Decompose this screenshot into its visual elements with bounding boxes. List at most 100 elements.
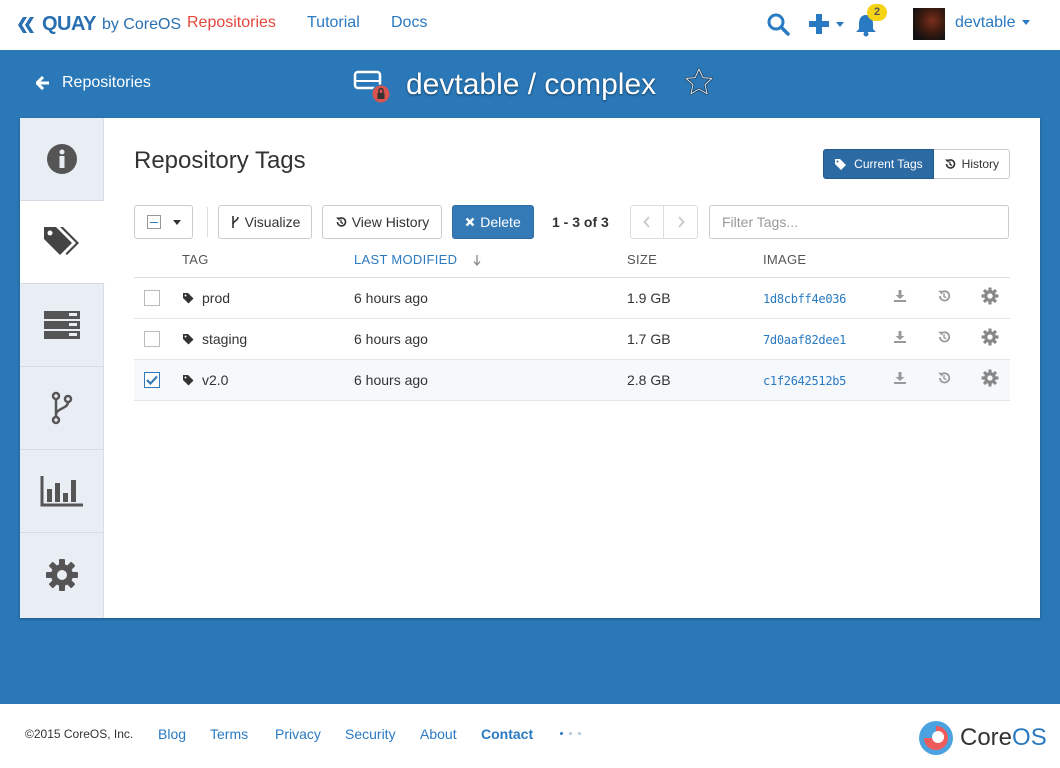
table-row[interactable]: prod 6 hours ago 1.9 GB 1d8cbff4e036 <box>134 277 1010 319</box>
image-column-header[interactable]: IMAGE <box>763 242 893 278</box>
nav-tutorial-link[interactable]: Tutorial <box>307 14 360 32</box>
footer-security-link[interactable]: Security <box>345 726 396 742</box>
nav-repositories-link[interactable]: Repositories <box>187 14 276 32</box>
quay-logo[interactable]: QUAY by CoreOS <box>16 13 181 36</box>
previous-page-button[interactable] <box>630 205 664 239</box>
select-cell <box>134 318 182 360</box>
nav-docs-link[interactable]: Docs <box>391 14 427 32</box>
carousel-dot[interactable] <box>578 732 581 735</box>
footer-blog-link[interactable]: Blog <box>158 726 186 742</box>
tab-builds[interactable] <box>20 284 104 367</box>
view-history-label: View History <box>351 214 430 230</box>
git-branch-icon <box>231 216 239 228</box>
gear-icon[interactable] <box>981 369 999 387</box>
filter-tags-input[interactable] <box>709 205 1009 239</box>
download-cell <box>893 359 937 401</box>
history-icon[interactable] <box>937 330 951 344</box>
carousel-dot[interactable] <box>569 732 572 735</box>
tab-info[interactable] <box>20 118 104 201</box>
avatar[interactable] <box>913 8 945 40</box>
history-icon[interactable] <box>937 371 951 385</box>
create-menu[interactable] <box>808 13 844 35</box>
tag-name[interactable]: prod <box>202 290 230 306</box>
select-all-checkbox[interactable] <box>146 215 161 229</box>
carousel-dot[interactable] <box>560 732 563 735</box>
tab-tags[interactable] <box>20 201 105 284</box>
row-checkbox[interactable] <box>144 289 160 306</box>
delete-button[interactable]: Delete <box>452 205 534 239</box>
history-icon[interactable] <box>937 289 951 303</box>
last-modified-column-header[interactable]: LAST MODIFIED <box>354 242 627 278</box>
brand-name: QUAY <box>42 13 96 35</box>
page-title: Repository Tags <box>134 147 306 174</box>
repo-name: devtable / complex <box>406 68 657 101</box>
tab-usage[interactable] <box>20 450 104 533</box>
tags-toolbar: Visualize View History Delete 1 - 3 of 3 <box>134 205 1010 239</box>
image-id-link[interactable]: 7d0aaf82dee1 <box>763 333 846 347</box>
image-cell: 1d8cbff4e036 <box>763 277 893 319</box>
history-button[interactable]: History <box>933 149 1010 179</box>
tag-icon <box>183 374 194 385</box>
tags-icon <box>835 159 847 170</box>
table-row[interactable]: v2.0 6 hours ago 2.8 GB c1f2642512b5 <box>134 359 1010 401</box>
copyright: ©2015 CoreOS, Inc. <box>25 727 134 741</box>
info-icon <box>47 144 77 174</box>
tab-triggers[interactable] <box>20 367 104 450</box>
chevron-down-icon <box>172 219 181 225</box>
paging-summary: 1 - 3 of 3 <box>552 214 609 230</box>
image-id-link[interactable]: 1d8cbff4e036 <box>763 292 846 306</box>
star-icon[interactable] <box>684 67 714 97</box>
select-all-dropdown[interactable] <box>134 205 193 239</box>
last-modified-cell: 6 hours ago <box>354 359 627 401</box>
notification-badge: 2 <box>867 4 887 21</box>
user-menu[interactable]: devtable <box>955 14 1030 32</box>
download-icon[interactable] <box>893 289 907 303</box>
download-column-header <box>893 242 937 278</box>
next-page-button[interactable] <box>664 205 698 239</box>
arrow-left-icon <box>36 76 49 90</box>
coreos-logo[interactable]: CoreOS <box>918 720 1047 756</box>
footer-privacy-link[interactable]: Privacy <box>275 726 321 742</box>
quay-logo-icon <box>18 16 34 33</box>
options-cell <box>981 277 1010 319</box>
gear-icon[interactable] <box>981 328 999 346</box>
coreos-wordmark: CoreOS <box>960 724 1047 752</box>
table-row[interactable]: staging 6 hours ago 1.7 GB 7d0aaf82dee1 <box>134 318 1010 360</box>
close-icon <box>465 217 475 227</box>
current-tags-label: Current Tags <box>854 157 923 171</box>
coreos-logo-icon <box>919 721 953 755</box>
repo-title: devtable / complex <box>352 64 656 106</box>
tag-column-header[interactable]: TAG <box>182 242 354 278</box>
tag-cell: v2.0 <box>182 359 354 401</box>
username: devtable <box>955 14 1016 31</box>
image-cell: c1f2642512b5 <box>763 359 893 401</box>
tab-settings[interactable] <box>20 533 104 616</box>
size-cell: 1.7 GB <box>627 318 763 360</box>
history-cell <box>937 277 981 319</box>
chevron-down-icon <box>1021 20 1030 26</box>
options-cell <box>981 359 1010 401</box>
tag-name[interactable]: staging <box>202 331 247 347</box>
footer-terms-link[interactable]: Terms <box>210 726 248 742</box>
chevron-right-icon <box>677 216 685 228</box>
footer-contact-link[interactable]: Contact <box>481 726 533 742</box>
current-tags-button[interactable]: Current Tags <box>823 149 934 179</box>
search-icon[interactable] <box>766 12 790 36</box>
gear-icon[interactable] <box>981 287 999 305</box>
back-to-repositories-link[interactable]: Repositories <box>36 74 151 92</box>
image-id-link[interactable]: c1f2642512b5 <box>763 374 846 388</box>
row-checkbox[interactable] <box>144 371 160 388</box>
download-cell <box>893 277 937 319</box>
view-history-button[interactable]: View History <box>322 205 442 239</box>
visualize-button[interactable]: Visualize <box>218 205 312 239</box>
size-column-header[interactable]: SIZE <box>627 242 763 278</box>
row-checkbox[interactable] <box>144 330 160 347</box>
visualize-label: Visualize <box>244 214 301 230</box>
footer-about-link[interactable]: About <box>420 726 457 742</box>
size-cell: 1.9 GB <box>627 277 763 319</box>
download-icon[interactable] <box>893 330 907 344</box>
chevron-down-icon <box>836 21 844 27</box>
download-icon[interactable] <box>893 371 907 385</box>
download-cell <box>893 318 937 360</box>
tag-name[interactable]: v2.0 <box>202 372 228 388</box>
